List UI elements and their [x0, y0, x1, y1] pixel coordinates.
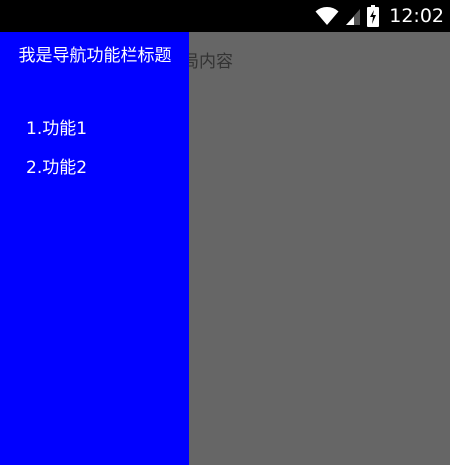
status-clock: 12:02: [389, 5, 444, 27]
status-bar: 12:02: [0, 0, 450, 32]
battery-charging-icon: [367, 5, 380, 27]
wifi-icon: [315, 6, 339, 26]
drawer-item-function-1[interactable]: 1.功能1: [26, 119, 87, 139]
drawer-menu: 1.功能1 2.功能2: [26, 119, 87, 197]
navigation-drawer[interactable]: 我是导航功能栏标题 1.功能1 2.功能2: [0, 32, 189, 465]
status-icons: 12:02: [315, 0, 444, 32]
drawer-title: 我是导航功能栏标题: [18, 46, 172, 66]
signal-icon: [345, 6, 361, 26]
drawer-item-function-2[interactable]: 2.功能2: [26, 158, 87, 178]
